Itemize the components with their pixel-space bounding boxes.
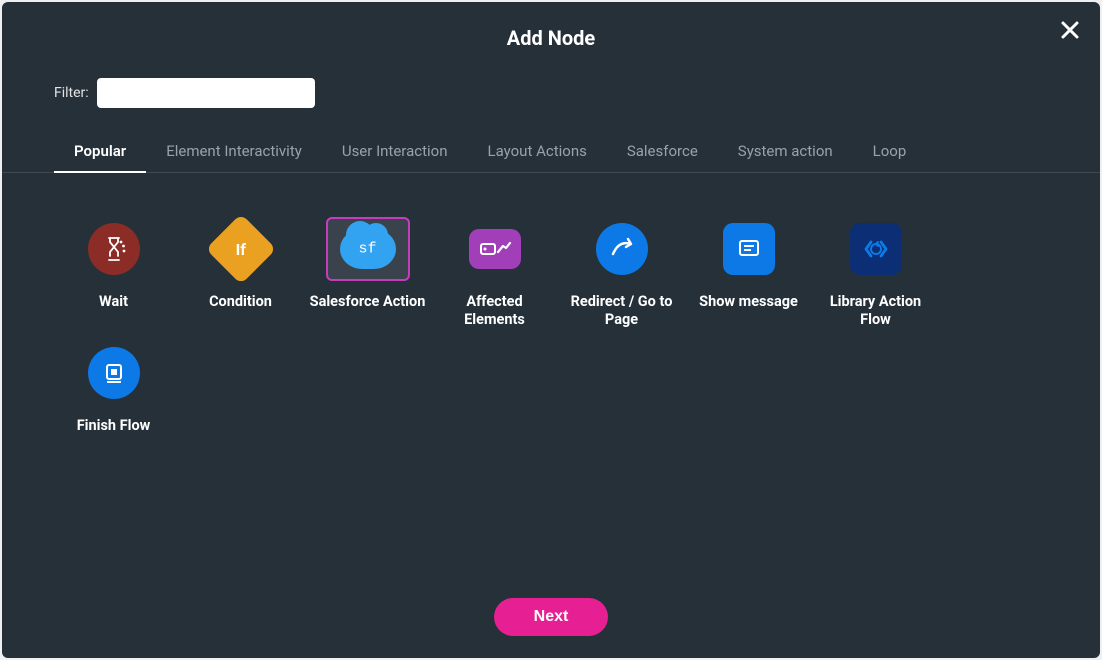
node-wait[interactable]: Wait [54,217,173,311]
show-message-icon-box [707,217,791,281]
wait-icon [88,223,140,275]
show-message-icon [723,223,775,275]
filter-row: Filter: [2,78,1100,132]
library-action-flow-icon [850,223,902,275]
node-affected-elements[interactable]: Affected Elements [435,217,554,329]
redirect-icon-box [580,217,664,281]
finish-flow-icon-box [72,341,156,405]
tab-layout-actions[interactable]: Layout Actions [468,132,607,172]
tab-system-action[interactable]: System action [718,132,853,172]
node-label: Finish Flow [77,417,151,435]
node-finish-flow[interactable]: Finish Flow [54,341,173,435]
next-button[interactable]: Next [494,598,609,636]
modal-title: Add Node [2,20,1100,78]
node-condition[interactable]: If Condition [181,217,300,311]
node-show-message[interactable]: Show message [689,217,808,311]
tab-user-interaction[interactable]: User Interaction [322,132,468,172]
condition-icon-box: If [199,217,283,281]
node-redirect[interactable]: Redirect / Go to Page [562,217,681,329]
close-icon [1060,20,1080,40]
finish-flow-icon [88,347,140,399]
node-label: Redirect / Go to Page [562,293,681,329]
modal-footer: Next [2,578,1100,636]
redirect-icon [596,223,648,275]
node-salesforce-action[interactable]: sf Salesforce Action [308,217,427,311]
tab-element-interactivity[interactable]: Element Interactivity [146,132,322,172]
affected-elements-icon-box [453,217,537,281]
node-label: Wait [99,293,128,311]
add-node-modal: Add Node Filter: Popular Element Interac… [2,2,1100,658]
close-button[interactable] [1060,20,1080,40]
node-label: Show message [699,293,798,311]
wait-icon-box [72,217,156,281]
tab-loop[interactable]: Loop [853,132,927,172]
condition-icon: If [205,214,276,285]
node-label: Affected Elements [435,293,554,329]
tabs-bar: Popular Element Interactivity User Inter… [2,132,1100,173]
tab-salesforce[interactable]: Salesforce [607,132,718,172]
node-label: Condition [209,293,272,311]
salesforce-icon-box: sf [326,217,410,281]
tab-popular[interactable]: Popular [54,132,146,172]
library-icon-box [834,217,918,281]
salesforce-icon: sf [340,229,396,269]
node-label: Salesforce Action [310,293,426,311]
node-label: Library Action Flow [816,293,935,329]
node-grid: Wait If Condition sf Salesforce Action A… [2,173,1100,435]
filter-label: Filter: [54,85,89,101]
filter-input[interactable] [97,78,315,108]
node-library-action-flow[interactable]: Library Action Flow [816,217,935,329]
affected-elements-icon [469,229,521,269]
